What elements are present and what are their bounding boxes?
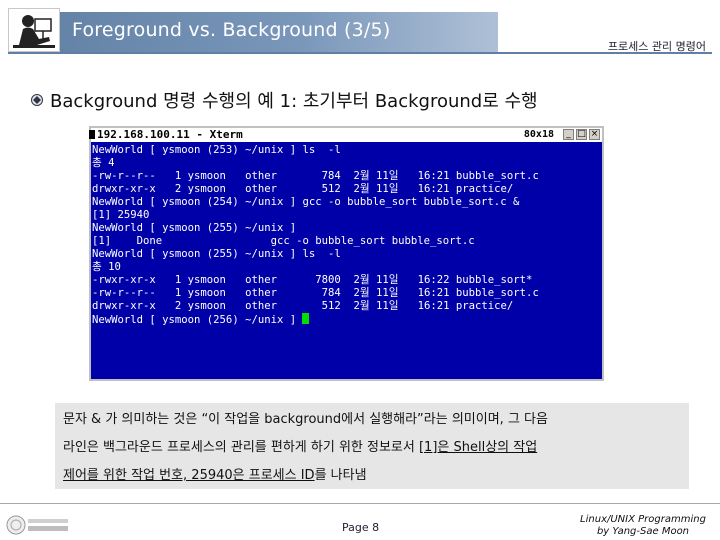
terminal-line: 총 4 xyxy=(92,157,115,169)
footer-credit-line-2: by Yang-Sae Moon xyxy=(596,526,690,537)
footer-credit-line-1: Linux/UNIX Programming xyxy=(580,514,706,525)
page-title: Foreground vs. Background (3/5) xyxy=(72,19,391,41)
terminal-menu-icon[interactable] xyxy=(89,130,95,139)
section-heading: Background 명령 수행의 예 1: 초기부터 Background로 … xyxy=(50,91,538,112)
description-line-1: 문자 & 가 의미하는 것은 “이 작업을 background에서 실행해라”… xyxy=(63,412,548,427)
description-text: 라인은 백그라운드 프로세스의 관리를 편하게 하기 위한 정보로서 xyxy=(63,440,419,455)
maximize-button[interactable]: □ xyxy=(576,129,587,140)
terminal-line: NewWorld [ ysmoon (255) ~/unix ] ls -l xyxy=(92,248,341,260)
terminal-line: NewWorld [ ysmoon (254) ~/unix ] gcc -o … xyxy=(92,196,520,208)
terminal-prompt: NewWorld [ ysmoon (256) ~/unix ] xyxy=(92,314,303,326)
description-text: 를 나타냄 xyxy=(314,468,367,483)
presenter-logo-icon xyxy=(8,8,60,52)
terminal-line: drwxr-xr-x 2 ysmoon other 512 2월 11일 16:… xyxy=(92,183,514,195)
terminal-line: [1] 25940 xyxy=(92,209,150,221)
close-button[interactable]: × xyxy=(589,129,600,140)
university-logo-icon xyxy=(6,514,72,536)
footer-credit: Linux/UNIX Programming by Yang-Sae Moon xyxy=(578,514,708,538)
terminal-line: NewWorld [ ysmoon (255) ~/unix ] xyxy=(92,222,297,234)
description-underlined: 제어를 위한 작업 번호, 25940은 프로세스 ID xyxy=(63,468,315,483)
terminal-cursor xyxy=(302,313,310,324)
terminal-line: -rw-r--r-- 1 ysmoon other 784 2월 11일 16:… xyxy=(92,170,539,182)
chapter-label: 프로세스 관리 명령어 xyxy=(607,40,706,53)
terminal-line: NewWorld [ ysmoon (253) ~/unix ] ls -l xyxy=(92,144,341,156)
description-box: 문자 & 가 의미하는 것은 “이 작업을 background에서 실행해라”… xyxy=(55,403,689,489)
terminal-prompt-line: NewWorld [ ysmoon (256) ~/unix ] xyxy=(92,313,602,326)
terminal-title: 192.168.100.11 - Xterm xyxy=(97,128,243,141)
footer-divider xyxy=(0,503,720,504)
description-line-2: 라인은 백그라운드 프로세스의 관리를 편하게 하기 위한 정보로서 [1]은 … xyxy=(63,436,537,455)
terminal-line: 총 10 xyxy=(92,261,121,273)
terminal-line: drwxr-xr-x 2 ysmoon other 512 2월 11일 16:… xyxy=(92,300,514,312)
terminal-output[interactable]: NewWorld [ ysmoon (253) ~/unix ] ls -l 총… xyxy=(91,144,602,379)
description-line-3: 제어를 위한 작업 번호, 25940은 프로세스 ID를 나타냄 xyxy=(63,464,367,483)
terminal-line: -rw-r--r-- 1 ysmoon other 784 2월 11일 16:… xyxy=(92,287,539,299)
bullet-icon xyxy=(30,92,44,111)
page-number: Page 8 xyxy=(342,521,380,534)
minimize-button[interactable]: _ xyxy=(563,129,574,140)
header-divider xyxy=(8,52,712,54)
terminal-line: [1] Done gcc -o bubble_sort bubble_sort.… xyxy=(92,235,475,247)
terminal-titlebar[interactable]: 192.168.100.11 - Xterm 80x18 _ □ × xyxy=(89,128,602,142)
terminal-window[interactable]: 192.168.100.11 - Xterm 80x18 _ □ × NewWo… xyxy=(89,126,604,381)
terminal-line: -rwxr-xr-x 1 ysmoon other 7800 2월 11일 16… xyxy=(92,274,533,286)
description-underlined: [1]은 Shell상의 작업 xyxy=(418,440,538,455)
terminal-size: 80x18 xyxy=(523,129,554,140)
